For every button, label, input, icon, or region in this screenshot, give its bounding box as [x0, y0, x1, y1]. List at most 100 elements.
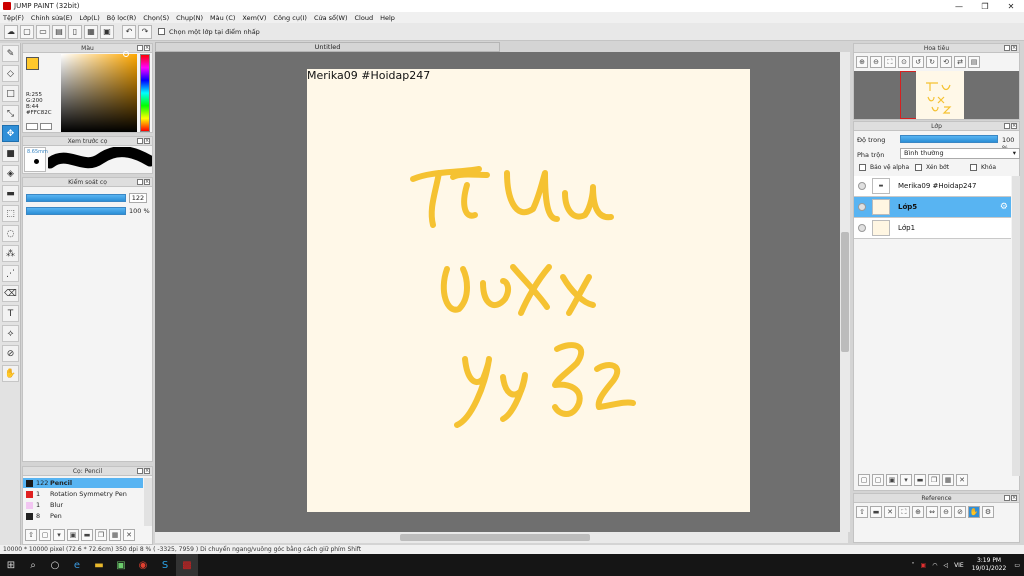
canvas-horizontal-scrollbar[interactable]: [155, 532, 848, 543]
fit-width-icon[interactable]: ⇔: [926, 506, 938, 518]
app-icon-green[interactable]: ▣: [110, 554, 132, 576]
color-mode-circle-icon[interactable]: [26, 123, 38, 130]
eyedropper-icon[interactable]: ⊘: [2, 345, 19, 362]
redo-icon[interactable]: ↷: [138, 24, 152, 39]
panel-close-icon[interactable]: ×: [1011, 123, 1017, 129]
layer-item-lop1[interactable]: Lớp1: [854, 218, 1011, 239]
fit-icon[interactable]: ⛶: [898, 506, 910, 518]
eye-icon[interactable]: [858, 182, 866, 190]
panel-float-icon[interactable]: [1004, 495, 1010, 501]
copy-layer-icon[interactable]: ❐: [928, 474, 940, 486]
color-mode-square-icon[interactable]: [40, 123, 52, 130]
panel-close-icon[interactable]: ×: [144, 179, 150, 185]
protect-alpha-checkbox[interactable]: Bảo vệ alpha: [859, 164, 909, 171]
menu-tools[interactable]: Công cụ(I): [273, 14, 307, 22]
select-eraser-icon[interactable]: ⌫: [2, 285, 19, 302]
layer-item-text[interactable]: ▬ Merika09 #Hoidap247: [854, 176, 1011, 197]
notification-icon[interactable]: ▭: [1014, 562, 1020, 569]
layer-type-icon[interactable]: ▾: [900, 474, 912, 486]
panel-float-icon[interactable]: [137, 179, 143, 185]
duplicate-icon[interactable]: ▣: [67, 529, 79, 541]
edge-icon[interactable]: e: [66, 554, 88, 576]
primary-color-swatch[interactable]: [26, 57, 39, 70]
lock-checkbox[interactable]: Khóa: [970, 164, 996, 171]
hue-slider[interactable]: [140, 54, 150, 132]
checkbox-box[interactable]: [915, 164, 922, 171]
brush-list-scrollbar[interactable]: [144, 478, 152, 526]
panel-close-icon[interactable]: ×: [1011, 45, 1017, 51]
panel-float-icon[interactable]: [137, 138, 143, 144]
eye-icon[interactable]: [858, 203, 866, 211]
brush-type-icon[interactable]: ▾: [53, 529, 65, 541]
canvas-vertical-scrollbar[interactable]: [840, 52, 850, 532]
stroke-icon[interactable]: ⤡: [2, 105, 19, 122]
zoom-in-icon[interactable]: ⊕: [856, 56, 868, 68]
cloud-upload-icon[interactable]: ⇧: [25, 529, 37, 541]
cloud-icon[interactable]: ☁: [4, 24, 18, 39]
task-view-icon[interactable]: ○: [44, 554, 66, 576]
settings-icon[interactable]: ▦: [109, 529, 121, 541]
menu-layer[interactable]: Lớp(L): [79, 14, 99, 22]
folder-icon[interactable]: ▬: [914, 474, 926, 486]
brush-item-pencil[interactable]: 122 Pencil: [23, 478, 143, 488]
magic-wand-icon[interactable]: ⁂: [2, 245, 19, 262]
menu-filter[interactable]: Bộ lọc(R): [107, 14, 136, 22]
panel-float-icon[interactable]: [1004, 123, 1010, 129]
grid-icon[interactable]: ▦: [84, 24, 98, 39]
panel-close-icon[interactable]: ×: [144, 468, 150, 474]
move-icon[interactable]: ✥: [2, 125, 19, 142]
brush-item-blur[interactable]: 1 Blur: [23, 500, 143, 510]
pencil-icon[interactable]: ✎: [2, 45, 19, 62]
folder-icon[interactable]: ▬: [81, 529, 93, 541]
rotate-reset-icon[interactable]: ⟲: [940, 56, 952, 68]
checkbox-box[interactable]: [859, 164, 866, 171]
rectangle-icon[interactable]: □: [2, 85, 19, 102]
eyedropper-icon[interactable]: ⊘: [954, 506, 966, 518]
horizontal-scroll-thumb[interactable]: [400, 534, 590, 541]
new-layer-icon[interactable]: ▢: [858, 474, 870, 486]
chrome-icon[interactable]: ◉: [132, 554, 154, 576]
panel-float-icon[interactable]: [137, 468, 143, 474]
menu-edit[interactable]: Chỉnh sửa(E): [31, 14, 72, 22]
fill-rect-icon[interactable]: ■: [2, 145, 19, 162]
rotate-left-icon[interactable]: ↺: [912, 56, 924, 68]
language-indicator[interactable]: VIE: [954, 562, 964, 569]
menu-cloud[interactable]: Cloud: [355, 14, 374, 22]
page-icon[interactable]: ▯: [68, 24, 82, 39]
jump-paint-task-icon[interactable]: ▩: [176, 554, 198, 576]
select-layer-checkbox[interactable]: Chọn một lớp tại điểm nhấp: [158, 28, 260, 36]
lasso-icon[interactable]: ◌: [2, 225, 19, 242]
close-button[interactable]: ✕: [998, 0, 1024, 12]
panel-float-icon[interactable]: [137, 45, 143, 51]
gear-icon[interactable]: ⚙: [1000, 202, 1008, 212]
layer-list-scrollbar[interactable]: [1012, 176, 1020, 476]
menu-view[interactable]: Xem(V): [242, 14, 266, 22]
menu-capture[interactable]: Chụp(N): [176, 14, 203, 22]
windows-start-icon[interactable]: ⊞: [0, 554, 22, 576]
trash-icon[interactable]: ✕: [956, 474, 968, 486]
zoom-out-icon[interactable]: ⊖: [940, 506, 952, 518]
menu-help[interactable]: Help: [380, 14, 395, 22]
new-brush-icon[interactable]: ▢: [39, 529, 51, 541]
skype-icon[interactable]: S: [154, 554, 176, 576]
panel-close-icon[interactable]: ×: [144, 138, 150, 144]
color-cursor[interactable]: [123, 51, 129, 57]
export-icon[interactable]: ▣: [100, 24, 114, 39]
copy-icon[interactable]: ❐: [95, 529, 107, 541]
comment-icon[interactable]: ▭: [36, 24, 50, 39]
maximize-button[interactable]: ❐: [972, 0, 998, 12]
checkbox-box[interactable]: [970, 164, 977, 171]
select-rect-icon[interactable]: ⬚: [2, 205, 19, 222]
menu-window[interactable]: Cửa sổ(W): [314, 14, 348, 22]
search-icon[interactable]: ⌕: [22, 554, 44, 576]
document-tab[interactable]: Untitled: [155, 42, 500, 52]
panel-close-icon[interactable]: ×: [1011, 495, 1017, 501]
merge-layer-icon[interactable]: ▦: [942, 474, 954, 486]
settings-icon[interactable]: ⚙: [982, 506, 994, 518]
new-file-icon[interactable]: ▢: [20, 24, 34, 39]
tray-arrow-icon[interactable]: ˄: [912, 562, 915, 569]
cloud-upload-icon[interactable]: ⇧: [856, 506, 868, 518]
gradient-icon[interactable]: ▬: [2, 185, 19, 202]
eraser-icon[interactable]: ◇: [2, 65, 19, 82]
file-explorer-icon[interactable]: ▬: [88, 554, 110, 576]
